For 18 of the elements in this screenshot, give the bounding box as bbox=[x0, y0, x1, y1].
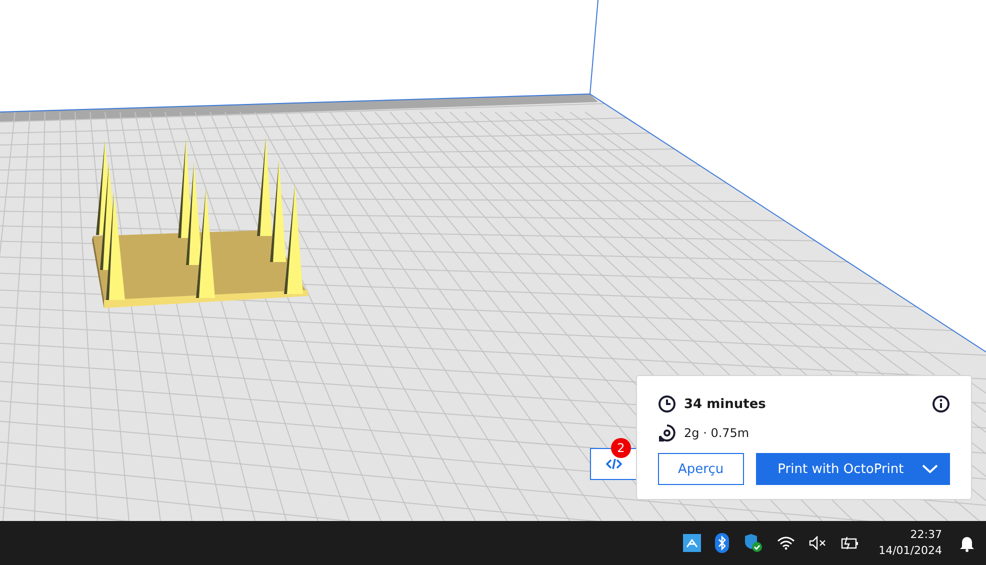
bluetooth-icon[interactable] bbox=[714, 533, 729, 553]
notification-bell-icon[interactable] bbox=[958, 534, 976, 552]
clock-icon bbox=[658, 395, 676, 413]
battery-icon[interactable] bbox=[840, 536, 859, 550]
chevron-down-icon[interactable] bbox=[922, 464, 938, 474]
print-time: 34 minutes bbox=[684, 396, 767, 412]
clock-time: 22:37 bbox=[910, 527, 942, 543]
print-button[interactable]: Print with OctoPrint bbox=[756, 453, 950, 485]
code-icon bbox=[606, 457, 622, 471]
clock[interactable]: 22:37 14/01/2024 bbox=[878, 527, 942, 559]
material-usage: 2g · 0.75m bbox=[684, 426, 750, 440]
info-icon[interactable] bbox=[932, 395, 950, 413]
spool-icon bbox=[658, 424, 676, 442]
clock-date: 14/01/2024 bbox=[878, 543, 942, 559]
preview-button[interactable]: Aperçu bbox=[658, 453, 744, 485]
shield-icon[interactable] bbox=[742, 533, 763, 553]
speaker-muted-icon[interactable] bbox=[808, 536, 827, 550]
wifi-icon[interactable] bbox=[776, 536, 795, 550]
